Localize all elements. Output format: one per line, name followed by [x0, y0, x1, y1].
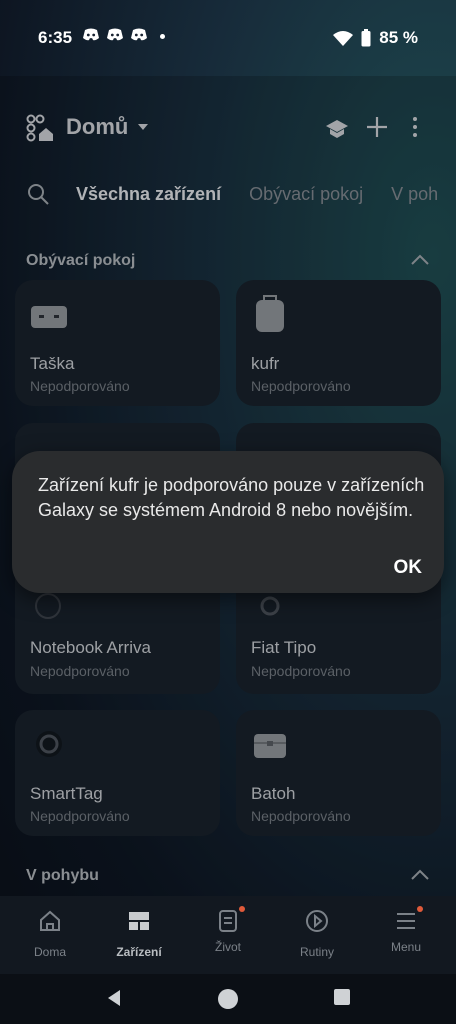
life-icon	[215, 906, 245, 934]
system-indicators: 85 %	[333, 28, 418, 48]
back-icon[interactable]	[104, 988, 124, 1008]
nav-life[interactable]: Život	[188, 906, 268, 954]
home-button-icon[interactable]	[217, 988, 239, 1010]
ok-button[interactable]: OK	[394, 557, 423, 579]
nav-label: Zařízení	[116, 945, 162, 959]
status-time: 6:35	[38, 28, 73, 47]
unsupported-device-dialog: Zařízení kufr je podporováno pouze v zař…	[12, 451, 444, 593]
wifi-icon	[333, 31, 354, 46]
battery-percent: 85 %	[379, 28, 418, 47]
battery-icon	[361, 29, 371, 47]
recents-icon[interactable]	[333, 988, 351, 1006]
routines-icon	[306, 910, 328, 932]
bottom-navigation: Doma Zařízení Život Rutiny Menu	[0, 896, 456, 974]
nav-label: Rutiny	[299, 945, 334, 959]
more-notifications-dot	[160, 33, 165, 39]
nav-label: Život	[214, 940, 241, 954]
notification-icons	[82, 28, 165, 44]
discord-icon	[106, 28, 124, 44]
system-navigation-bar	[0, 974, 456, 1024]
nav-routines[interactable]: Rutiny	[277, 908, 357, 959]
notification-badge	[417, 906, 423, 912]
devices-icon	[129, 912, 149, 930]
nav-home[interactable]: Doma	[10, 908, 90, 959]
nav-devices[interactable]: Zařízení	[99, 908, 179, 959]
menu-icon	[393, 906, 423, 934]
discord-icon	[82, 28, 100, 44]
discord-icon	[130, 28, 148, 44]
nav-label: Doma	[33, 945, 66, 959]
dialog-message: Zařízení kufr je podporováno pouze v zař…	[38, 475, 425, 520]
home-icon	[40, 910, 60, 931]
nav-menu[interactable]: Menu	[366, 906, 446, 954]
notification-badge	[239, 906, 245, 912]
nav-label: Menu	[390, 940, 422, 954]
status-bar: 6:35 85 %	[0, 0, 456, 76]
